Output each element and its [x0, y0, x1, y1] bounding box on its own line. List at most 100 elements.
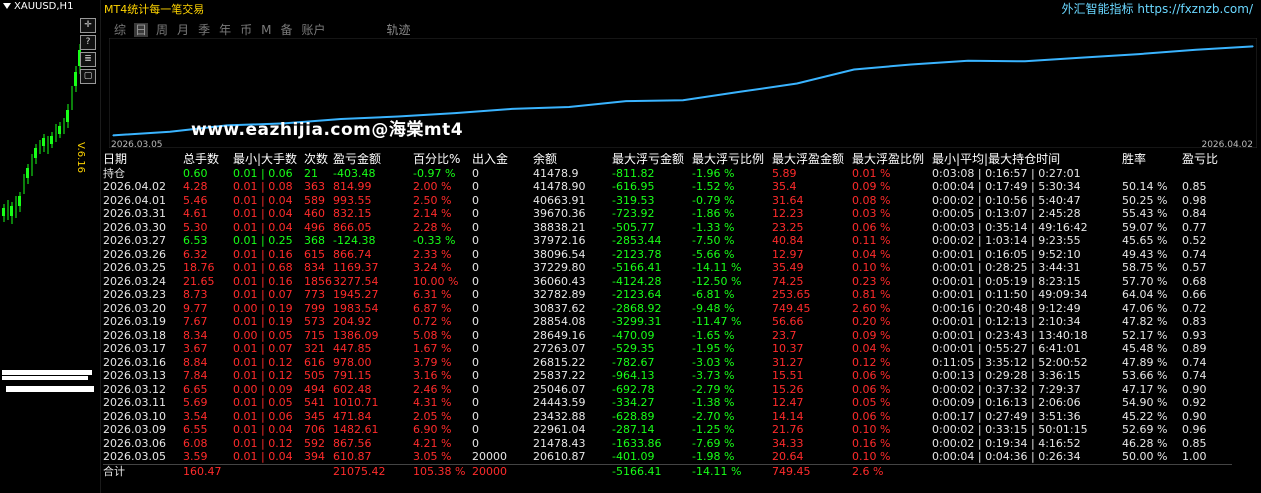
cell-col-9: -14.11 % [692, 261, 742, 274]
tab-4[interactable]: 季 [197, 23, 211, 37]
cell-col-0: 2026.03.26 [103, 247, 166, 261]
tab-track[interactable]: 轨迹 [386, 23, 412, 37]
cell-col-1: 6.55 [183, 423, 208, 436]
cell-col-12: 0:00:04 | 0:17:49 | 5:30:34 [932, 180, 1081, 193]
cell-col-5: 2.33 % [413, 247, 452, 261]
cell-col-14: 0.66 [1182, 288, 1207, 301]
cell-col-3: 773 [304, 288, 325, 301]
table-row: 2026.03.05 3.59 0.01 | 0.04 394 610.87 3.05 %… [103, 450, 1232, 464]
crosshair-icon[interactable]: ✛ [80, 18, 96, 33]
period-tabs: 综日周月季年币 M 备账户 轨迹 [113, 21, 419, 38]
cell-col-1: 9.77 [183, 301, 208, 315]
cell-col-6: 0 [472, 382, 479, 396]
cell-col-10: 749.45 [772, 463, 852, 478]
cell-col-11: 0.01 % [852, 166, 891, 180]
tab-5[interactable]: 年 [218, 23, 232, 37]
cell-col-4: 1482.61 [333, 423, 379, 436]
window-icon[interactable]: ▢ [80, 69, 96, 84]
cell-col-13: 50.00 % [1122, 450, 1168, 463]
cell-col-14: 0.85 [1182, 436, 1207, 450]
equity-point [967, 60, 969, 62]
cell-col-13: 45.22 % [1122, 409, 1168, 423]
cell-col-0: 2026.04.02 [103, 180, 166, 193]
cell-col-9: -5.66 % [692, 247, 735, 261]
cell-col-11: 0.06 % [852, 369, 891, 382]
cell-col-4: 1169.37 [333, 261, 379, 274]
cell-col-10: 31.27 [772, 355, 804, 369]
watermark: www.eazhijia.com@海棠mt4 [191, 120, 464, 140]
tab-9[interactable]: 账户 [300, 23, 326, 37]
cell-col-5: 4.31 % [413, 396, 452, 409]
tab-3[interactable]: 月 [176, 23, 190, 37]
cell-col-0: 2026.03.23 [103, 288, 166, 301]
cell-col-12: 0:00:17 | 0:27:49 | 3:51:36 [932, 409, 1081, 423]
tab-7[interactable]: M [260, 23, 272, 37]
cell-col-5: 6.90 % [413, 423, 452, 436]
cell-col-1: 0.60 [183, 166, 208, 180]
cell-col-13: 55.43 % [1122, 207, 1168, 220]
cell-col-1: 8.84 [183, 355, 208, 369]
cell-col-6: 0 [472, 436, 479, 450]
cell-col-2: 0.01 | 0.16 [233, 274, 293, 288]
cell-col-11: 0.16 % [852, 436, 891, 450]
cell-col-13: 47.17 % [1122, 382, 1168, 396]
cell-col-5: -0.97 % [413, 166, 456, 180]
cell-col-9: -1.86 % [692, 207, 735, 220]
settings-icon[interactable]: ≣ [80, 52, 96, 67]
cell-col-3: 615 [304, 247, 325, 261]
table-row: 2026.03.11 5.69 0.01 | 0.05 541 1010.71 4.31 … [103, 396, 1232, 410]
cell-col-14: 1.00 [1182, 450, 1207, 463]
cell-col-3: 363 [304, 180, 325, 193]
cell-col-7: 41478.9 [533, 166, 579, 180]
site-link[interactable]: 外汇智能指标 https://fxznzb.com/ [1062, 0, 1253, 17]
tab-0[interactable]: 综 [113, 23, 127, 37]
table-row: 2026.03.19 7.67 0.01 | 0.19 573 204.92 0.72 %… [103, 315, 1232, 329]
cell-col-7: 30837.62 [533, 301, 586, 315]
cell-col-6: 0 [472, 328, 479, 342]
cell-col-11: 0.10 % [852, 423, 891, 436]
cell-col-8: -5166.41 [612, 463, 692, 478]
cell-col-10: 21.76 [772, 423, 804, 436]
cell-col-11: 0.10 % [852, 450, 891, 463]
cell-col-2: 0.01 | 0.05 [233, 396, 293, 409]
holding-row: 持仓 0.60 0.01 | 0.06 21 -403.48 -0.97 % 0 41478.… [103, 167, 1232, 181]
cell-col-8: -401.09 [612, 450, 655, 463]
cell-col-10: 40.84 [772, 234, 804, 247]
cell-col-5: 3.79 % [413, 355, 452, 369]
cell-col-1: 5.30 [183, 220, 208, 234]
cell-col-6: 0 [472, 166, 479, 180]
tab-6[interactable]: 币 [239, 23, 253, 37]
tab-1[interactable]: 日 [134, 23, 149, 37]
cell-col-9: -1.38 % [692, 396, 735, 409]
cell-col-3: 496 [304, 220, 325, 234]
help-icon[interactable]: ? [80, 35, 96, 50]
cell-col-12: 0:00:16 | 0:20:48 | 9:12:49 [932, 301, 1081, 315]
cell-col-6: 0 [472, 274, 479, 288]
cell-col-3 [304, 463, 333, 478]
cell-col-10: 15.26 [772, 382, 804, 396]
cell-col-6: 0 [472, 247, 479, 261]
cell-col-13: 47.82 % [1122, 315, 1168, 328]
cell-col-3: 573 [304, 315, 325, 328]
cell-col-7: 余额 [533, 153, 558, 166]
cell-col-0: 2026.03.13 [103, 369, 166, 382]
cell-col-10: 20.64 [772, 450, 804, 463]
cell-col-10: 12.23 [772, 207, 804, 220]
cell-col-10: 31.64 [772, 193, 804, 207]
dropdown-arrow-icon[interactable] [3, 3, 11, 9]
cell-col-2: 0.01 | 0.07 [233, 288, 293, 301]
cell-col-0: 2026.03.09 [103, 423, 166, 436]
cell-col-13: 45.48 % [1122, 342, 1168, 355]
table-row: 2026.04.01 5.46 0.01 | 0.04 589 993.55 2.50 %… [103, 194, 1232, 208]
cell-col-14 [1182, 463, 1232, 478]
cell-col-7: 21478.43 [533, 436, 586, 450]
symbol-bar[interactable]: XAUUSD,H1 [0, 0, 100, 14]
cell-col-7: 36060.43 [533, 274, 586, 288]
equity-point [910, 63, 912, 66]
tab-2[interactable]: 周 [155, 23, 169, 37]
table-row: 2026.03.10 3.54 0.01 | 0.06 345 471.84 2.05 %… [103, 410, 1232, 424]
tab-8[interactable]: 备 [279, 23, 293, 37]
cell-col-0: 合计 [103, 463, 183, 478]
cell-col-12: 0:00:02 | 0:19:34 | 4:16:52 [932, 436, 1081, 450]
cell-col-14: 0.74 [1182, 355, 1207, 369]
